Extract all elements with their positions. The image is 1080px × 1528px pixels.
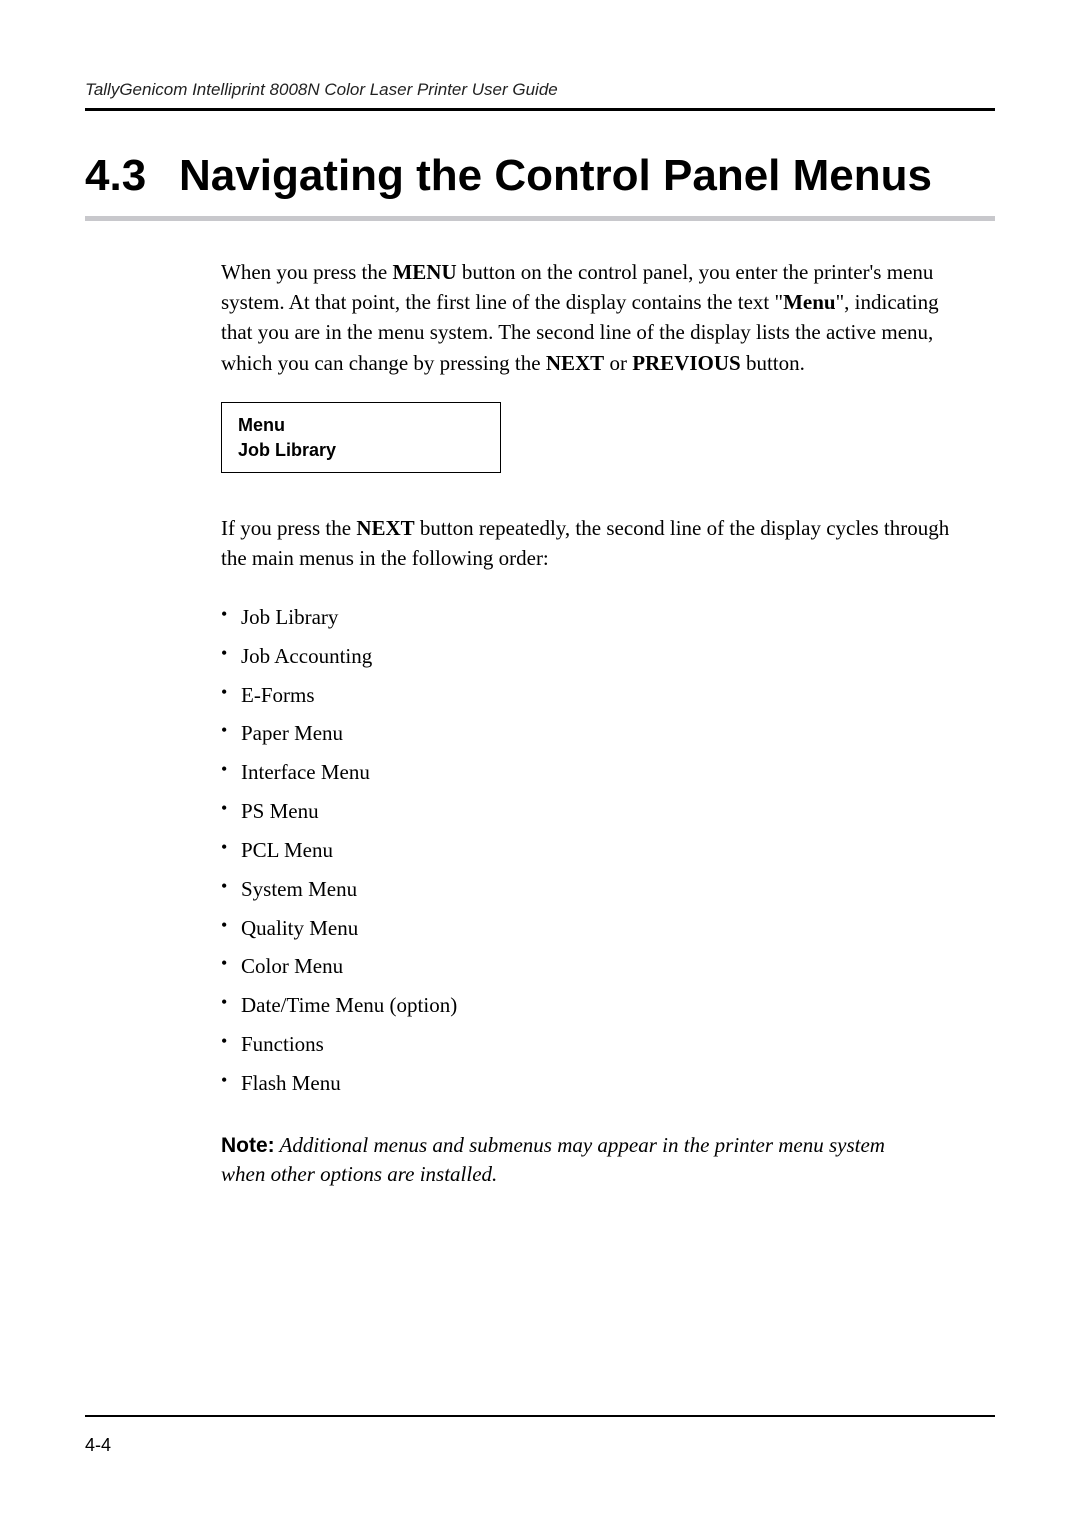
display-line-1: Menu <box>238 413 484 437</box>
list-item: Interface Menu <box>221 753 961 792</box>
lcd-display-box: Menu Job Library <box>221 402 501 473</box>
list-item: Functions <box>221 1025 961 1064</box>
next-button-ref: NEXT <box>356 516 414 540</box>
list-item: E-Forms <box>221 676 961 715</box>
title-underline <box>85 216 995 221</box>
footer-rule <box>85 1415 995 1417</box>
display-line-2: Job Library <box>238 438 484 462</box>
list-item: Job Library <box>221 598 961 637</box>
previous-button-ref: PREVIOUS <box>632 351 741 375</box>
note-paragraph: Note: Additional menus and submenus may … <box>221 1131 901 1190</box>
note-text: Additional menus and submenus may appear… <box>221 1133 885 1186</box>
list-item: Color Menu <box>221 947 961 986</box>
page-footer: 4-4 <box>85 1415 995 1456</box>
note-label: Note: <box>221 1134 275 1157</box>
running-header: TallyGenicom Intelliprint 8008N Color La… <box>85 80 995 100</box>
list-item: Flash Menu <box>221 1064 961 1103</box>
next-button-ref: NEXT <box>546 351 604 375</box>
list-item: System Menu <box>221 870 961 909</box>
text-span: button. <box>741 351 805 375</box>
cycle-paragraph: If you press the NEXT button repeatedly,… <box>221 513 961 574</box>
menu-text-ref: Menu <box>783 290 836 314</box>
list-item: Paper Menu <box>221 714 961 753</box>
text-span: If you press the <box>221 516 356 540</box>
list-item: Date/Time Menu (option) <box>221 986 961 1025</box>
list-item: PCL Menu <box>221 831 961 870</box>
header-rule <box>85 108 995 111</box>
content-area: When you press the MENU button on the co… <box>221 257 961 1190</box>
menu-button-ref: MENU <box>392 260 456 284</box>
section-heading: 4.3 Navigating the Control Panel Menus <box>85 151 995 202</box>
text-span: When you press the <box>221 260 392 284</box>
section-title: Navigating the Control Panel Menus <box>179 151 939 202</box>
list-item: PS Menu <box>221 792 961 831</box>
text-span: or <box>604 351 632 375</box>
menu-list: Job Library Job Accounting E-Forms Paper… <box>221 598 961 1103</box>
page-number: 4-4 <box>85 1435 995 1456</box>
section-number: 4.3 <box>85 151 175 201</box>
list-item: Quality Menu <box>221 909 961 948</box>
list-item: Job Accounting <box>221 637 961 676</box>
intro-paragraph: When you press the MENU button on the co… <box>221 257 961 379</box>
